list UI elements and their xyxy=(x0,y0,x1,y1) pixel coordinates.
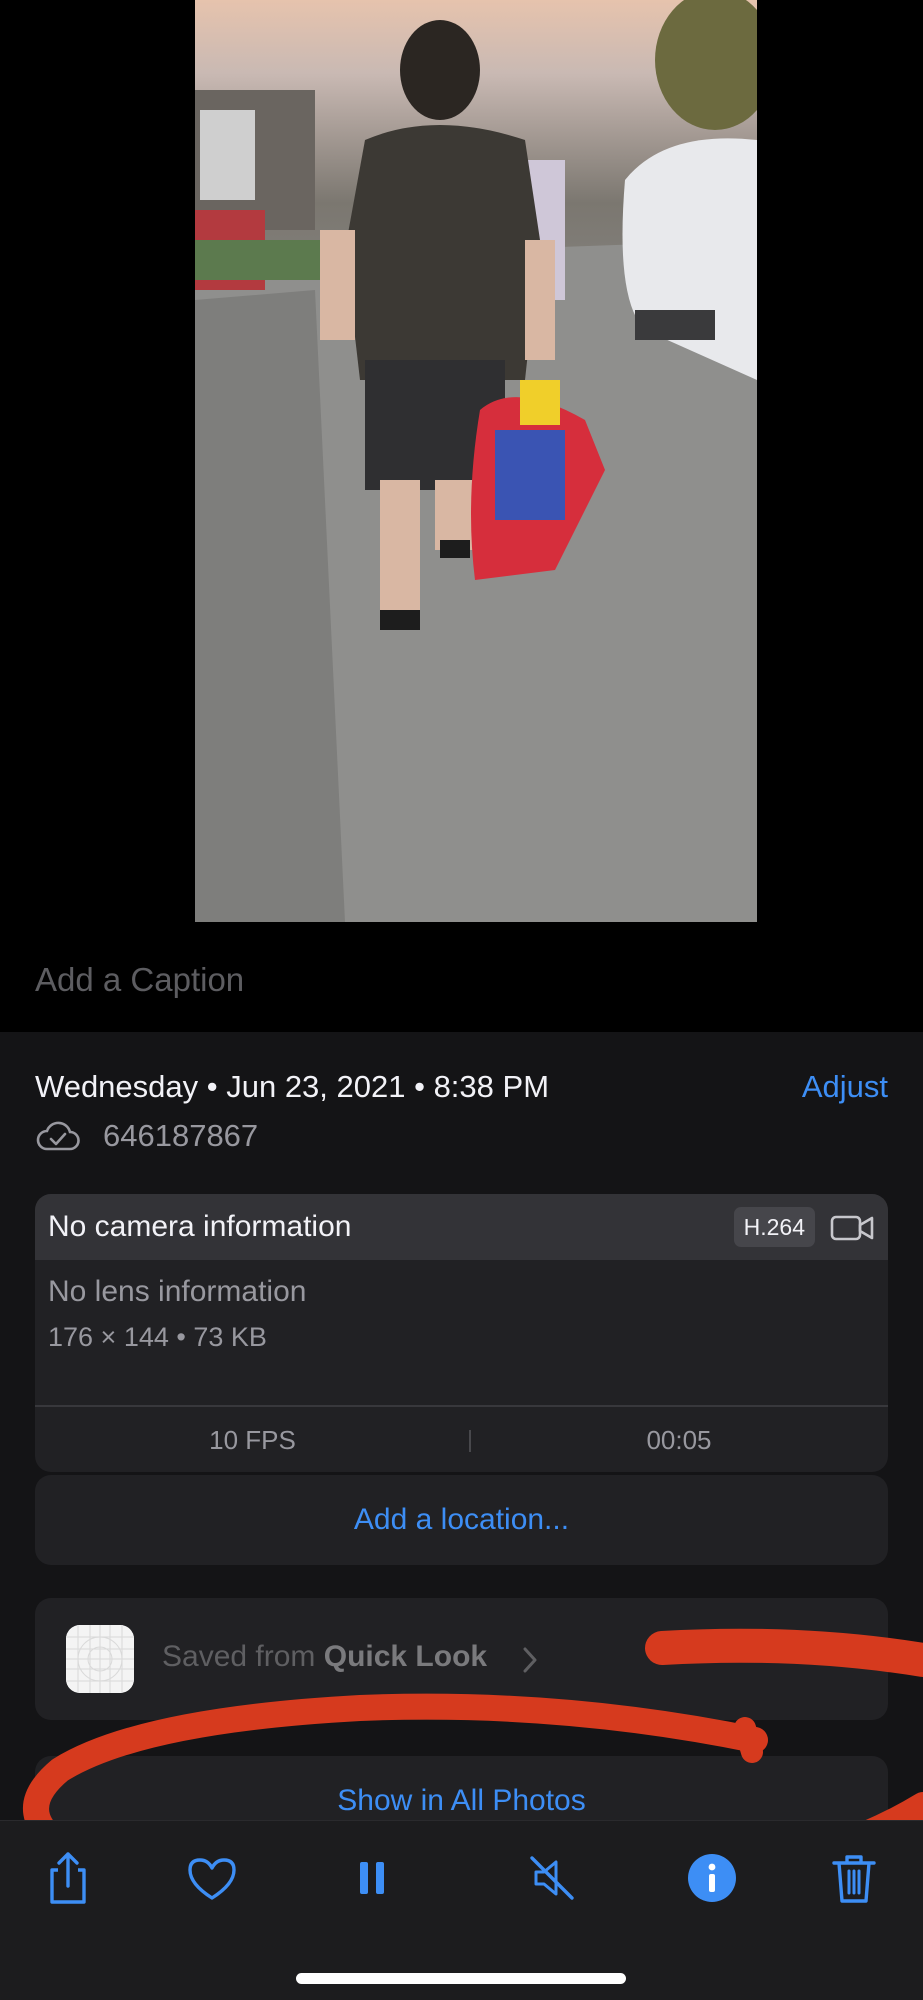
chevron-right-icon xyxy=(523,1647,537,1673)
pause-icon xyxy=(360,1862,384,1894)
codec-badge: H.264 xyxy=(733,1207,815,1247)
frame-rate: 10 FPS xyxy=(209,1425,296,1455)
info-icon xyxy=(688,1854,736,1902)
delete-button[interactable] xyxy=(824,1848,884,1908)
divider xyxy=(35,1405,888,1407)
home-indicator[interactable] xyxy=(296,1973,626,1984)
heart-icon xyxy=(188,1858,236,1900)
lens-info: No lens information xyxy=(48,1275,307,1308)
info-button[interactable] xyxy=(682,1848,742,1908)
duration: 00:05 xyxy=(646,1425,712,1455)
add-location-button[interactable]: Add a location... xyxy=(35,1475,888,1565)
resolution-size: 176 × 144 • 73 KB xyxy=(48,1322,267,1352)
trash-icon xyxy=(832,1855,876,1903)
icloud-check-icon xyxy=(36,1121,80,1151)
video-camera-icon xyxy=(830,1215,874,1241)
bottom-toolbar xyxy=(0,1820,923,2000)
share-icon xyxy=(50,1852,86,1904)
share-button[interactable] xyxy=(38,1848,98,1908)
date-time-label: Wednesday • Jun 23, 2021 • 8:38 PM xyxy=(35,1069,550,1104)
muted-speaker-icon xyxy=(530,1856,574,1900)
file-name: 646187867 xyxy=(103,1118,259,1153)
mute-button[interactable] xyxy=(522,1848,582,1908)
metadata-card: No camera information H.264 No lens info… xyxy=(35,1194,888,1472)
video-frame-image xyxy=(195,0,757,922)
quick-look-app-icon xyxy=(66,1625,134,1693)
favorite-button[interactable] xyxy=(182,1848,242,1908)
saved-from-row[interactable]: Saved from Quick Look xyxy=(35,1598,888,1720)
media-viewer xyxy=(0,0,923,1032)
saved-from-label: Saved from Quick Look xyxy=(162,1640,487,1674)
metadata-card-header: No camera information H.264 xyxy=(35,1194,888,1260)
pause-button[interactable] xyxy=(342,1848,402,1908)
video-preview[interactable] xyxy=(195,0,757,922)
camera-info: No camera information xyxy=(48,1210,352,1243)
saved-from-app-name: Quick Look xyxy=(323,1640,488,1673)
saved-from-prefix: Saved from xyxy=(162,1640,324,1673)
adjust-button[interactable]: Adjust xyxy=(802,1069,888,1105)
caption-input[interactable] xyxy=(35,956,735,1004)
